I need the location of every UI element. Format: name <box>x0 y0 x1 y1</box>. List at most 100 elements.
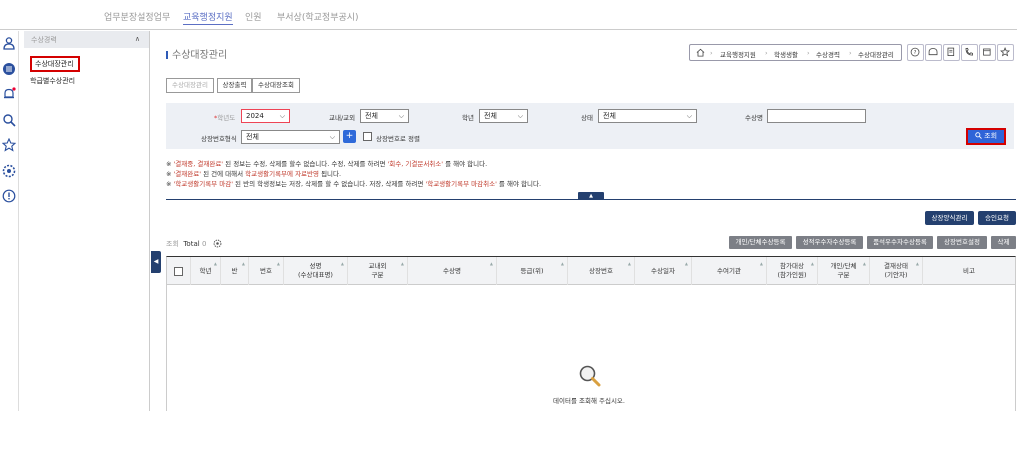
chevron-down-icon: ⌵ <box>279 112 285 120</box>
search-icon[interactable] <box>2 113 16 127</box>
svg-text:?: ? <box>914 50 917 56</box>
sort-icon: ▲ <box>213 261 217 266</box>
nav-item-edu-admin[interactable]: 교육행정지원 <box>183 10 233 25</box>
column-header[interactable]: ▲ 결재상태 (기안자) <box>870 257 923 285</box>
cert-format-select[interactable]: 전체 ⌵ <box>241 130 340 144</box>
chevron-up-icon[interactable]: ∧ <box>135 35 140 43</box>
inout-select[interactable]: 전체 ⌵ <box>360 109 409 123</box>
column-header[interactable]: ▲ 수상일자 <box>635 257 692 285</box>
sort-by-cert-checkbox[interactable] <box>363 132 372 141</box>
cert-format-label: 상장번호형식 <box>201 135 237 143</box>
breadcrumb-item[interactable]: 학생생활 <box>774 49 798 59</box>
sort-icon: ▲ <box>489 261 493 266</box>
sort-icon: ▲ <box>627 261 631 266</box>
search-button[interactable]: 조회 <box>966 128 1006 145</box>
notice-line: ※ '학교생활기록부 마감' 된 반의 학생정보는 저장, 삭제를 할 수 없습… <box>166 180 542 188</box>
left-menu: 수상경력 ∧ 수상대장관리 학급별수상관리 <box>24 31 150 411</box>
delete-button[interactable]: 삭제 <box>991 236 1016 249</box>
column-header[interactable]: ▲ 개인/단체 구분 <box>818 257 870 285</box>
user-icon[interactable] <box>2 36 16 50</box>
breadcrumb-item[interactable]: 교육행정지원 <box>720 49 756 59</box>
select-all-cell <box>167 257 191 285</box>
status-label: 상태 <box>581 114 593 122</box>
menu-item-class-award[interactable]: 학급별수상관리 <box>30 76 75 86</box>
notice-text: ※ '결재중, 결재완료' 된 정보는 수정, 삭제를 할수 없습니다. 수정,… <box>166 159 541 189</box>
inout-label: 교내/교외 <box>329 114 356 122</box>
year-select[interactable]: 2024 ⌵ <box>241 109 290 123</box>
register-award-button[interactable]: 개인/단체수상등록 <box>729 236 792 249</box>
approval-request-button[interactable]: 승인요청 <box>978 211 1016 225</box>
top-nav: 업무분장설정업무 교육행정지원 인원 부서상(학교정부공시) <box>0 0 1017 30</box>
page-tools: ? <box>907 44 1015 61</box>
favorite-star-icon[interactable] <box>997 44 1014 61</box>
status-select[interactable]: 전체 ⌵ <box>598 109 697 123</box>
home-icon[interactable] <box>696 48 705 57</box>
nav-item-personnel[interactable]: 인원 <box>245 10 262 23</box>
star-icon[interactable] <box>2 138 16 152</box>
document-icon[interactable] <box>943 44 960 61</box>
tab-award-inquiry[interactable]: 수상대장조회 <box>252 78 300 93</box>
menu-item-award-ledger[interactable]: 수상대장관리 <box>30 56 80 72</box>
grade-label: 학년 <box>462 114 474 122</box>
column-header[interactable]: ▲ 학년 <box>191 257 221 285</box>
menu-icon[interactable] <box>2 62 16 76</box>
settings-icon[interactable] <box>2 164 16 178</box>
sort-icon: ▲ <box>276 261 280 266</box>
notice-line: ※ '결재중, 결재완료' 된 정보는 수정, 삭제를 할수 없습니다. 수정,… <box>166 160 488 168</box>
column-header[interactable]: ▲ 번호 <box>249 257 284 285</box>
tab-print-certificate[interactable]: 상장출력 <box>217 78 252 93</box>
bell-icon[interactable] <box>2 87 16 101</box>
year-label: *학년도 <box>214 114 236 122</box>
sort-icon: ▲ <box>560 261 564 266</box>
menu-group-header[interactable]: 수상경력 ∧ <box>24 31 149 48</box>
register-conduct-award-button[interactable]: 품석우수자수상등록 <box>867 236 933 249</box>
chat-icon[interactable] <box>925 44 942 61</box>
breadcrumb: › 교육행정지원 › 학생생활 › 수상경력 › 수상대장관리 <box>689 44 902 61</box>
help-icon[interactable]: ? <box>907 44 924 61</box>
search-panel: *학년도 2024 ⌵ 교내/교외 전체 ⌵ 학년 전체 ⌵ 상태 전체 ⌵ 수상명 상… <box>166 103 1014 149</box>
column-header[interactable]: 비고 <box>923 257 1015 285</box>
award-name-label: 수상명 <box>745 114 763 122</box>
sort-icon: ▲ <box>759 261 763 266</box>
column-header[interactable]: ▲ 등급(위) <box>497 257 568 285</box>
divider <box>166 199 1016 200</box>
column-header[interactable]: ▲ 성명 (수상대표명) <box>284 257 348 285</box>
award-name-input[interactable] <box>767 109 866 123</box>
empty-message: 데이터를 조회해 주십시오. <box>553 397 625 405</box>
magnifier-icon <box>579 365 601 387</box>
sort-icon: ▲ <box>400 261 404 266</box>
settings-icon[interactable] <box>213 239 222 248</box>
phone-icon[interactable] <box>961 44 978 61</box>
sort-icon: ▲ <box>915 261 919 266</box>
tab-award-ledger[interactable]: 수상대장관리 <box>166 78 214 93</box>
notice-line: ※ '결재완료' 된 건에 대해서 학교생활기록부에 자료반영 됩니다. <box>166 170 342 178</box>
column-header[interactable]: ▲ 수상명 <box>408 257 497 285</box>
nav-item-work-assignment[interactable]: 업무분장설정업무 <box>104 10 170 23</box>
grade-select[interactable]: 전체 ⌵ <box>479 109 528 123</box>
chevron-down-icon: ⌵ <box>398 112 404 120</box>
icon-sidebar <box>0 31 19 411</box>
chevron-down-icon: ⌵ <box>329 133 335 141</box>
column-header[interactable]: ▲ 반 <box>221 257 249 285</box>
cert-number-settings-button[interactable]: 상장번호설정 <box>937 236 987 249</box>
sidebar-collapse-button[interactable]: ◀ <box>151 251 161 273</box>
chevron-down-icon: ⌵ <box>517 112 523 120</box>
select-all-checkbox[interactable] <box>174 266 183 276</box>
breadcrumb-item[interactable]: 수상경력 <box>816 49 840 59</box>
add-cert-format-button[interactable]: + <box>343 130 356 143</box>
column-header[interactable]: ▲ 교내외 구분 <box>348 257 408 285</box>
cert-template-button[interactable]: 상장양식관리 <box>925 211 974 225</box>
column-header[interactable]: ▲ 상장번호 <box>568 257 635 285</box>
result-count: 조회 Total 0 <box>166 239 222 249</box>
page-title: 수상대장관리 <box>166 46 227 61</box>
column-header[interactable]: ▲ 참가대상 (참가인원) <box>767 257 818 285</box>
column-header[interactable]: ▲ 수여기관 <box>692 257 767 285</box>
info-icon[interactable] <box>2 189 16 203</box>
sort-icon: ▲ <box>862 261 866 266</box>
register-grade-award-button[interactable]: 성적우수자수상등록 <box>796 236 863 249</box>
sort-icon: ▲ <box>684 261 688 266</box>
sort-icon: ▲ <box>241 261 245 266</box>
calendar-icon[interactable] <box>979 44 996 61</box>
nav-item-disclosure[interactable]: 부서상(학교정부공시) <box>277 10 359 23</box>
menu-group-title: 수상경력 <box>31 36 57 44</box>
